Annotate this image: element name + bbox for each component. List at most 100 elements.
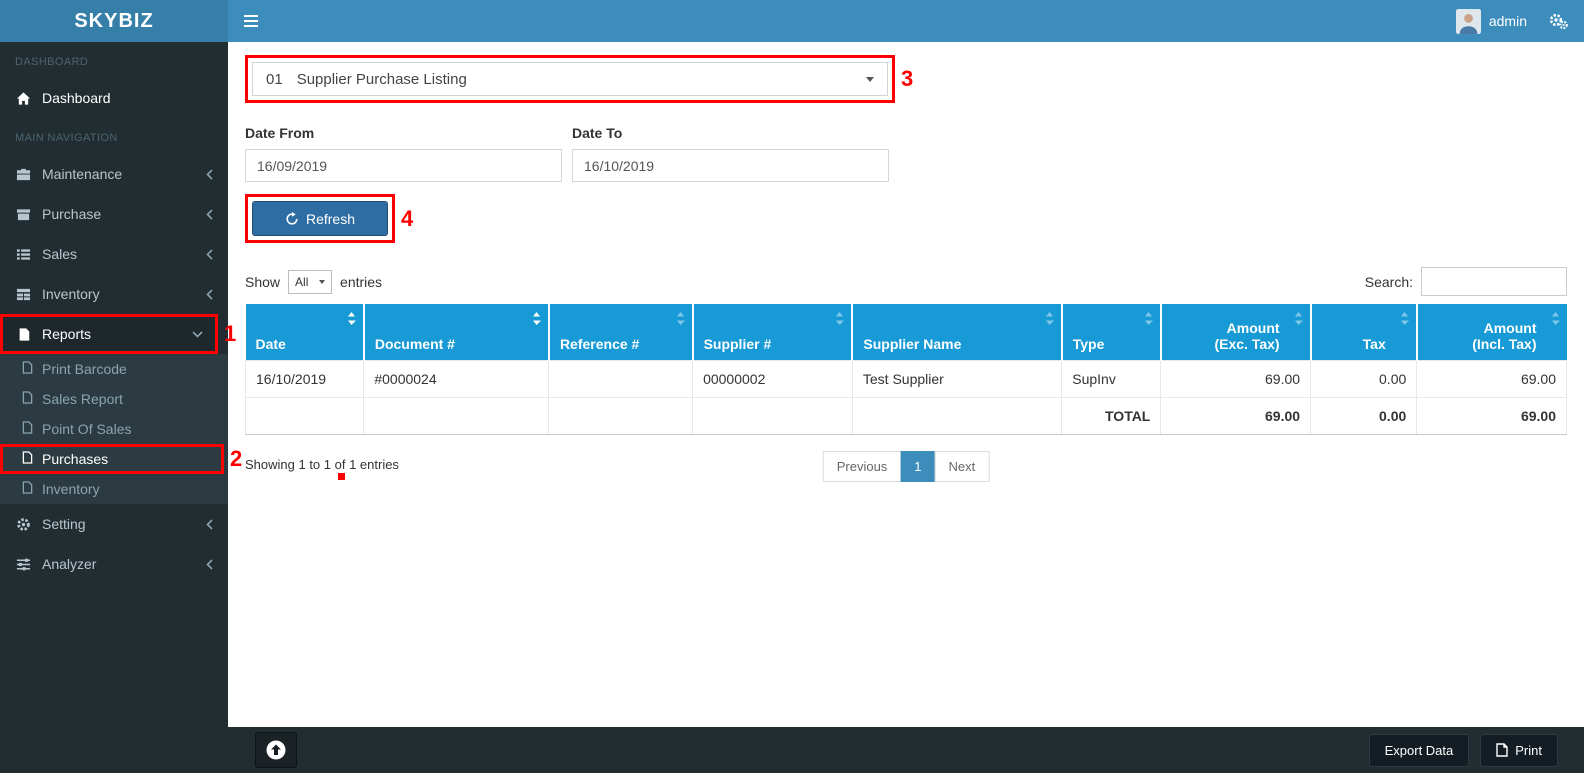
file-icon	[22, 391, 33, 407]
print-label: Print	[1515, 743, 1542, 758]
cell-amount-incl-tax: 69.00	[1417, 360, 1567, 397]
submenu-item-purchases[interactable]: Purchases 2	[0, 444, 224, 474]
total-empty-cell	[364, 397, 549, 434]
sidebar-item-analyzer[interactable]: Analyzer	[0, 544, 228, 584]
sidebar-item-sales[interactable]: Sales	[0, 234, 228, 274]
print-button[interactable]: Print	[1480, 734, 1558, 767]
report-type-select[interactable]: 01 Supplier Purchase Listing	[252, 62, 888, 96]
date-from-group: Date From	[245, 125, 562, 182]
purchases-table: Date Document # Reference # Supplier #	[245, 304, 1567, 435]
sidebar: DASHBOARD Dashboard MAIN NAVIGATION Main…	[0, 42, 228, 773]
column-header-tax[interactable]: Tax	[1311, 304, 1417, 360]
cell-date: 16/10/2019	[246, 360, 364, 397]
total-amount-exc-tax: 69.00	[1161, 397, 1311, 434]
footer-bar: Export Data Print	[228, 727, 1584, 773]
app-logo: SKYBIZ	[0, 0, 228, 42]
column-header-supplier-name[interactable]: Supplier Name	[852, 304, 1061, 360]
sidebar-item-setting[interactable]: Setting	[0, 504, 228, 544]
main-content: 01 Supplier Purchase Listing 3 Date From…	[228, 42, 1584, 773]
sort-icon	[1400, 312, 1409, 325]
date-to-input[interactable]	[572, 149, 889, 182]
chevron-left-icon	[206, 209, 213, 220]
scroll-top-button[interactable]	[255, 732, 297, 768]
annotation-number-1: 1	[224, 323, 236, 345]
page-1-button[interactable]: 1	[900, 451, 935, 482]
user-avatar	[1456, 9, 1481, 34]
column-header-document[interactable]: Document #	[364, 304, 549, 360]
sort-icon	[1045, 312, 1054, 325]
search-input[interactable]	[1421, 267, 1567, 296]
cell-document: #0000024	[364, 360, 549, 397]
navbar: admin	[228, 0, 1584, 42]
submenu-item-sales-report[interactable]: Sales Report	[0, 384, 228, 414]
sidebar-item-label: Maintenance	[42, 166, 122, 182]
sidebar-item-maintenance[interactable]: Maintenance	[0, 154, 228, 194]
inventory-icon	[15, 287, 32, 302]
column-header-amount-exc-tax[interactable]: Amount (Exc. Tax)	[1161, 304, 1311, 360]
total-tax: 0.00	[1311, 397, 1417, 434]
annotation-box-report-select: 01 Supplier Purchase Listing 3	[245, 55, 895, 103]
column-header-reference[interactable]: Reference #	[549, 304, 693, 360]
sidebar-item-reports[interactable]: Reports 1	[0, 314, 218, 354]
sidebar-item-dashboard[interactable]: Dashboard	[0, 78, 228, 118]
submenu-item-inventory[interactable]: Inventory	[0, 474, 228, 504]
sort-icon	[1144, 312, 1153, 325]
footer-buttons: Export Data Print	[1369, 734, 1558, 767]
table-row[interactable]: 16/10/2019 #0000024 00000002 Test Suppli…	[246, 360, 1567, 397]
column-header-date[interactable]: Date	[246, 304, 364, 360]
sort-icon	[532, 312, 541, 325]
column-header-amount-incl-tax[interactable]: Amount (Incl. Tax)	[1417, 304, 1567, 360]
date-to-group: Date To	[572, 125, 889, 182]
annotation-number-2: 2	[230, 448, 242, 470]
sidebar-toggle-button[interactable]	[228, 0, 274, 42]
file-icon	[22, 421, 33, 437]
user-menu[interactable]: admin	[1450, 0, 1533, 42]
show-label: Show	[245, 274, 280, 290]
cell-type: SupInv	[1062, 360, 1161, 397]
refresh-button[interactable]: Refresh	[252, 201, 388, 236]
cogs-icon	[1549, 13, 1568, 30]
export-data-button[interactable]: Export Data	[1369, 734, 1470, 767]
sidebar-item-inventory[interactable]: Inventory	[0, 274, 228, 314]
total-empty-cell	[852, 397, 1061, 434]
previous-page-button[interactable]: Previous	[823, 451, 902, 482]
sidebar-item-label: Sales	[42, 246, 77, 262]
sort-icon	[347, 312, 356, 325]
chevron-left-icon	[206, 169, 213, 180]
sidebar-item-label: Dashboard	[42, 90, 111, 106]
next-page-button[interactable]: Next	[935, 451, 990, 482]
sort-icon	[1551, 312, 1560, 325]
caret-down-icon	[319, 280, 325, 284]
submenu-item-label: Print Barcode	[42, 361, 127, 377]
entries-label: entries	[340, 274, 382, 290]
settings-menu-button[interactable]	[1549, 0, 1568, 42]
chevron-left-icon	[206, 289, 213, 300]
refresh-icon	[285, 212, 299, 226]
date-from-input[interactable]	[245, 149, 562, 182]
total-empty-cell	[246, 397, 364, 434]
column-header-type[interactable]: Type	[1062, 304, 1161, 360]
sidebar-item-purchase[interactable]: Purchase	[0, 194, 228, 234]
pdf-file-icon	[1496, 743, 1508, 757]
arrow-circle-up-icon	[266, 740, 286, 760]
sidebar-section-dashboard: DASHBOARD	[0, 42, 228, 78]
submenu-item-label: Point Of Sales	[42, 421, 132, 437]
main-layout: DASHBOARD Dashboard MAIN NAVIGATION Main…	[0, 42, 1584, 773]
chevron-left-icon	[206, 249, 213, 260]
column-header-supplier-number[interactable]: Supplier #	[693, 304, 853, 360]
total-empty-cell	[549, 397, 693, 434]
sidebar-item-label: Inventory	[42, 286, 100, 302]
table-footer: Showing 1 to 1 of 1 entries Previous 1 N…	[245, 451, 1567, 485]
file-icon	[22, 481, 33, 497]
sidebar-section-main: MAIN NAVIGATION	[0, 118, 228, 154]
cell-amount-exc-tax: 69.00	[1161, 360, 1311, 397]
sort-icon	[1294, 312, 1303, 325]
total-amount-incl-tax: 69.00	[1417, 397, 1567, 434]
submenu-item-point-of-sales[interactable]: Point Of Sales	[0, 414, 228, 444]
submenu-item-print-barcode[interactable]: Print Barcode	[0, 354, 228, 384]
purchase-icon	[15, 207, 32, 222]
entries-select[interactable]: All	[288, 270, 332, 294]
export-data-label: Export Data	[1385, 743, 1454, 758]
chevron-down-icon	[192, 331, 203, 338]
annotation-number-3: 3	[901, 68, 913, 90]
